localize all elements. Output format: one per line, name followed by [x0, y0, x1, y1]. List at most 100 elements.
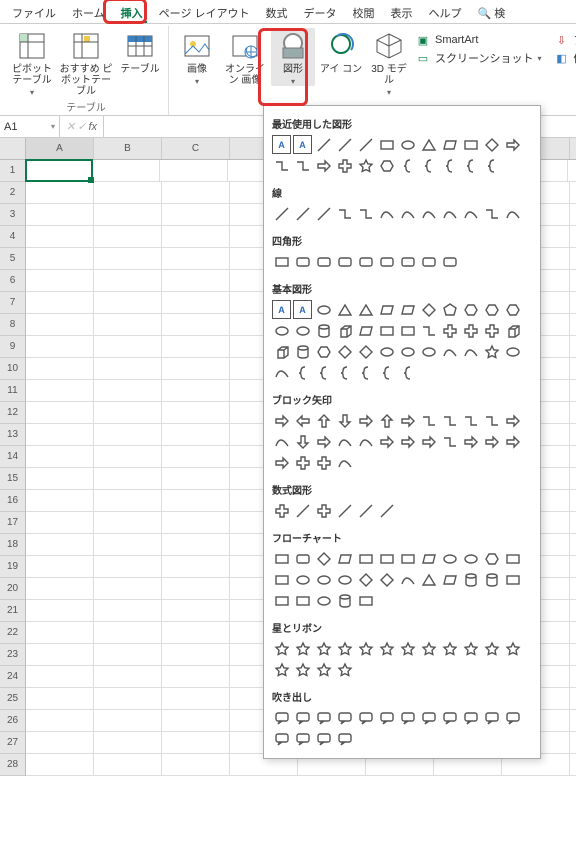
shape-brace[interactable]	[482, 156, 501, 175]
shape-ellipse[interactable]	[272, 321, 291, 340]
shape-star[interactable]	[440, 639, 459, 658]
shape-star[interactable]	[461, 639, 480, 658]
row-header[interactable]: 12	[0, 402, 25, 424]
tab-review[interactable]: 校閲	[345, 2, 383, 22]
shape-line[interactable]	[356, 135, 375, 154]
shape-rrect[interactable]	[293, 549, 312, 568]
cell[interactable]	[162, 314, 230, 335]
cancel-icon[interactable]: ✕	[66, 120, 75, 133]
row-header[interactable]: 3	[0, 204, 25, 226]
cell[interactable]	[26, 556, 94, 577]
shape-diamond[interactable]	[314, 549, 333, 568]
smartart-button[interactable]: ▣ SmartArt	[415, 32, 541, 48]
shape-arrowR[interactable]	[314, 156, 333, 175]
cell[interactable]	[162, 644, 230, 665]
shape-brace[interactable]	[461, 156, 480, 175]
cell[interactable]	[94, 446, 162, 467]
shape-callout[interactable]	[293, 729, 312, 748]
shape-tri[interactable]	[356, 300, 375, 319]
cell[interactable]	[94, 710, 162, 731]
cell[interactable]	[26, 204, 94, 225]
shape-callout[interactable]	[314, 708, 333, 727]
shape-brace[interactable]	[356, 363, 375, 382]
row-header[interactable]: 10	[0, 358, 25, 380]
shape-ellipse[interactable]	[398, 342, 417, 361]
shape-parallelogram[interactable]	[398, 300, 417, 319]
cell[interactable]	[26, 380, 94, 401]
cell[interactable]	[94, 512, 162, 533]
shape-hex[interactable]	[461, 300, 480, 319]
cell[interactable]	[26, 336, 94, 357]
shape-curve[interactable]	[377, 204, 396, 223]
cell[interactable]	[94, 622, 162, 643]
shape-rect[interactable]	[356, 591, 375, 610]
shape-cube[interactable]	[503, 321, 522, 340]
shape-connector[interactable]	[461, 411, 480, 430]
my-addins-button[interactable]: ◧ 個人用ア	[553, 50, 576, 66]
recommended-pivottable-button[interactable]: おすすめ ピボットテーブル	[58, 28, 114, 97]
cell[interactable]	[26, 292, 94, 313]
cell[interactable]	[160, 160, 228, 181]
cell[interactable]	[26, 468, 94, 489]
cell[interactable]	[26, 424, 94, 445]
shape-arrowR[interactable]	[482, 432, 501, 451]
shape-cube[interactable]	[272, 342, 291, 361]
shape-callout[interactable]	[377, 708, 396, 727]
shape-rect[interactable]	[293, 591, 312, 610]
shape-curve[interactable]	[356, 432, 375, 451]
shape-rect[interactable]	[272, 252, 291, 271]
fx-icon[interactable]: fx	[88, 121, 97, 133]
shape-arrowR[interactable]	[377, 432, 396, 451]
shape-arrowR[interactable]	[503, 411, 522, 430]
cell[interactable]	[94, 292, 162, 313]
tab-data[interactable]: データ	[296, 2, 345, 22]
shape-arrowD[interactable]	[335, 411, 354, 430]
pivottable-button[interactable]: ピボット テーブル ▾	[10, 28, 54, 97]
shape-brace[interactable]	[377, 363, 396, 382]
shape-hex[interactable]	[482, 300, 501, 319]
shape-parallelogram[interactable]	[419, 549, 438, 568]
cell[interactable]	[162, 578, 230, 599]
row-header[interactable]: 2	[0, 182, 25, 204]
cell[interactable]	[94, 314, 162, 335]
shape-cylinder[interactable]	[335, 591, 354, 610]
tab-pagelayout[interactable]: ページ レイアウト	[151, 2, 258, 22]
shape-parallelogram[interactable]	[440, 570, 459, 589]
shape-cylinder[interactable]	[482, 570, 501, 589]
shape-rect[interactable]	[377, 135, 396, 154]
cell[interactable]	[162, 468, 230, 489]
shape-connector[interactable]	[335, 204, 354, 223]
cell[interactable]	[162, 666, 230, 687]
shape-line[interactable]	[314, 135, 333, 154]
tab-help[interactable]: ヘルプ	[421, 2, 470, 22]
shape-diamond[interactable]	[356, 342, 375, 361]
cell[interactable]	[26, 490, 94, 511]
get-addins-button[interactable]: ⇩ アドインを	[553, 32, 576, 48]
column-header[interactable]: B	[94, 138, 162, 159]
cell[interactable]	[26, 578, 94, 599]
shape-plus[interactable]	[272, 501, 291, 520]
shape-arrowU[interactable]	[377, 411, 396, 430]
cell[interactable]	[94, 182, 162, 203]
cell[interactable]	[26, 226, 94, 247]
cell[interactable]	[162, 534, 230, 555]
row-header[interactable]: 21	[0, 600, 25, 622]
row-header[interactable]: 27	[0, 732, 25, 754]
shape-diamond[interactable]	[377, 570, 396, 589]
shape-connector[interactable]	[356, 204, 375, 223]
shape-callout[interactable]	[440, 708, 459, 727]
shape-arrowR[interactable]	[419, 432, 438, 451]
shape-star[interactable]	[314, 639, 333, 658]
shape-curve[interactable]	[503, 204, 522, 223]
cell[interactable]	[94, 248, 162, 269]
shape-callout[interactable]	[482, 708, 501, 727]
online-pictures-button[interactable]: オンライン 画像	[223, 28, 267, 86]
shape-ellipse[interactable]	[440, 549, 459, 568]
shape-ellipse[interactable]	[419, 342, 438, 361]
cell[interactable]	[26, 666, 94, 687]
row-header[interactable]: 22	[0, 622, 25, 644]
shape-callout[interactable]	[461, 708, 480, 727]
shape-plus[interactable]	[314, 501, 333, 520]
shape-connector[interactable]	[482, 411, 501, 430]
row-header[interactable]: 4	[0, 226, 25, 248]
